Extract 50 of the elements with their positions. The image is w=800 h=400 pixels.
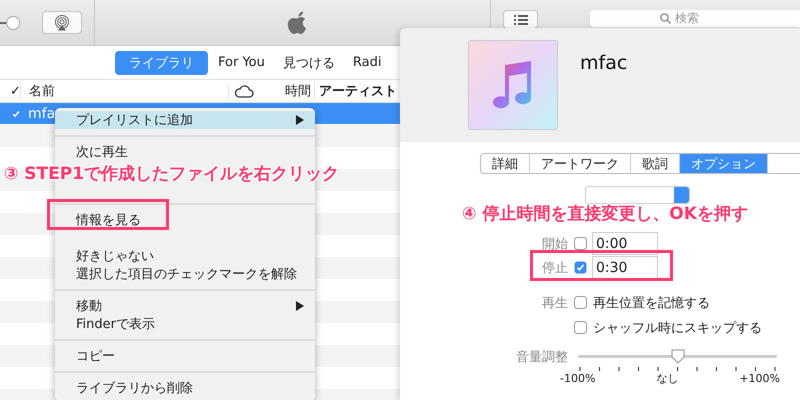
cloud-icon — [234, 84, 254, 98]
list-button[interactable] — [503, 10, 538, 29]
song-title: mfac — [580, 52, 628, 74]
menu-item[interactable]: プレイリストに追加 — [55, 111, 315, 129]
time-field[interactable]: 0:30 — [592, 256, 658, 279]
menu-item[interactable]: 選択した項目のチェックマークを解除 — [55, 265, 315, 283]
search-icon — [660, 13, 671, 24]
menu-item[interactable]: 移動 — [55, 297, 315, 315]
apple-logo — [287, 10, 309, 36]
track-name: mfa — [28, 106, 56, 122]
menu-item[interactable]: コピー — [55, 347, 315, 365]
checkbox[interactable] — [574, 237, 587, 250]
nav-tab[interactable]: 見つける — [274, 50, 343, 74]
tick-label: +100% — [739, 372, 780, 385]
submenu-arrow-icon — [296, 115, 304, 125]
column-header[interactable]: アーティスト — [314, 82, 397, 100]
menu-item[interactable]: 情報を見る — [55, 211, 315, 229]
nav-tab[interactable]: Radi — [344, 52, 390, 73]
annotation-text: ④ 停止時間を直接変更し、OKを押す — [462, 203, 748, 225]
volume-thumb[interactable] — [6, 16, 20, 30]
segment-tab[interactable]: アートワーク — [530, 154, 631, 173]
option-label: 再生位置を記憶する — [593, 294, 710, 312]
annotation-text: ③ STEP1で作成したファイルを右クリック — [4, 163, 340, 185]
volume-adjust-slider[interactable] — [578, 349, 777, 365]
checkbox[interactable] — [574, 296, 587, 309]
option-label: シャッフル時にスキップする — [593, 320, 762, 336]
column-header[interactable]: 名前 — [20, 82, 228, 100]
menu-item[interactable]: 次に再生 — [55, 143, 315, 161]
column-header[interactable]: ✓ — [0, 84, 20, 98]
checkbox[interactable] — [574, 321, 587, 334]
list-icon — [514, 14, 528, 24]
time-field[interactable]: 0:00 — [592, 232, 658, 255]
tick-label: -100% — [560, 372, 596, 385]
menu-item[interactable]: Finderで表示 — [55, 315, 315, 333]
field-label: 開始 — [541, 236, 568, 252]
column-header[interactable]: 時間 — [259, 82, 314, 100]
menu-item[interactable]: ライブラリから削除 — [55, 379, 315, 397]
field-label: 音量調整 — [515, 349, 568, 366]
checkbox[interactable] — [574, 261, 587, 274]
nav-tab[interactable]: For You — [210, 52, 273, 73]
field-label: 停止 — [541, 260, 568, 276]
airplay-button[interactable] — [42, 11, 82, 34]
segment-tab[interactable]: 詳細 — [481, 154, 530, 173]
airplay-icon — [54, 14, 70, 30]
field-label: 再生 — [542, 294, 568, 312]
slider-thumb[interactable] — [670, 349, 684, 364]
submenu-arrow-icon — [296, 301, 304, 311]
tick-label: なし — [656, 372, 678, 385]
media-kind-dropdown[interactable] — [585, 186, 690, 204]
menu-item[interactable]: 好きじゃない — [55, 247, 315, 265]
